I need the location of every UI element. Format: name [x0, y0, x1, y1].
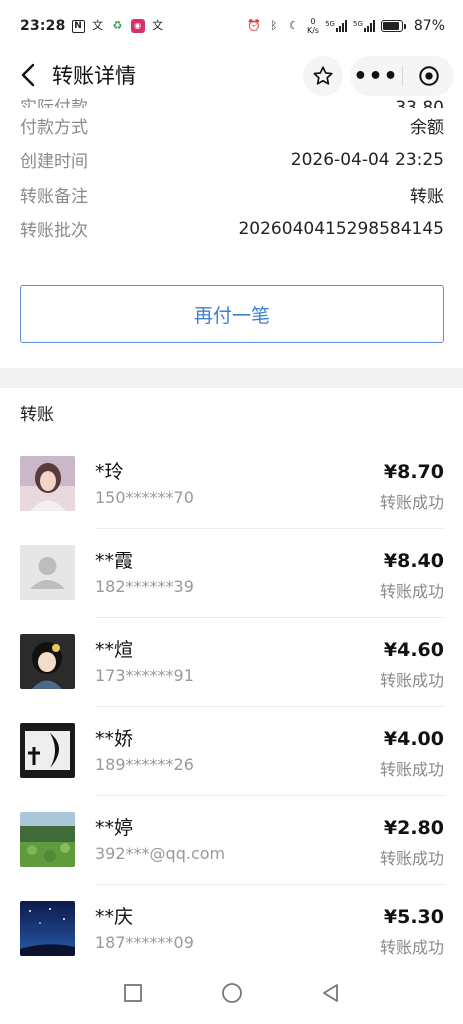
transfer-amount: ¥5.30: [383, 906, 444, 928]
avatar: [20, 456, 75, 511]
avatar: [20, 545, 75, 600]
network-speed: 0 K/s: [307, 17, 319, 35]
transfer-amount: ¥8.70: [383, 461, 444, 483]
recipient-name: **婷: [95, 817, 134, 839]
signal-bars-icon-2: [363, 20, 375, 32]
transfer-amount: ¥8.40: [383, 550, 444, 572]
list-item[interactable]: *玲 150******70 ¥8.70 转账成功: [0, 440, 463, 529]
battery-percent: 87%: [413, 18, 445, 34]
transfer-amount: ¥2.80: [383, 817, 444, 839]
signal-1: 5G: [325, 20, 347, 32]
detail-value: 33.80: [395, 98, 444, 108]
system-nav-bar: [0, 962, 463, 1024]
avatar: [20, 812, 75, 867]
bluetooth-icon: ᛒ: [270, 19, 278, 32]
detail-value: 转账: [410, 186, 444, 207]
list-item[interactable]: **婷 392***@qq.com ¥2.80 转账成功: [0, 796, 463, 885]
more-icon[interactable]: •••: [350, 56, 402, 96]
back-icon[interactable]: [6, 53, 50, 97]
recipient-name: *玲: [95, 461, 124, 483]
recycle-icon: ♻: [112, 19, 123, 32]
app-notification-icon: ◉: [130, 19, 145, 33]
translate-icon-2: 文: [152, 19, 164, 32]
list-item[interactable]: **煊 173******91 ¥4.60 转账成功: [0, 618, 463, 707]
pay-again-button[interactable]: 再付一笔: [20, 285, 444, 343]
back-nav-icon[interactable]: [321, 983, 341, 1003]
detail-row-payment-method: 付款方式 余额: [0, 108, 463, 143]
transfer-status: 转账成功: [379, 493, 444, 512]
list-item[interactable]: **霞 182******39 ¥8.40 转账成功: [0, 529, 463, 618]
net-label-2: 5G: [352, 20, 363, 28]
nav-bar: 转账详情 •••: [0, 52, 463, 98]
detail-row-created-time: 创建时间 2026-04-04 23:25: [0, 143, 463, 178]
close-miniprogram-icon[interactable]: [403, 56, 454, 96]
recipient-account: 182******39: [95, 577, 194, 596]
page-title: 转账详情: [52, 64, 136, 88]
list-item[interactable]: **庆 187******09 ¥5.30 转账成功: [0, 885, 463, 974]
recipient-account: 189******26: [95, 755, 194, 774]
section-title: 转账: [20, 405, 54, 425]
recipient-name: **娇: [95, 728, 134, 750]
recipient-account: 187******09: [95, 933, 194, 952]
detail-row-batch: 转账批次 2026040415298584145: [0, 212, 463, 247]
recipient-account: 150******70: [95, 488, 194, 507]
avatar: [20, 634, 75, 689]
translate-icon: 文: [92, 19, 104, 32]
detail-label: 转账备注: [20, 186, 88, 207]
home-icon[interactable]: [221, 982, 243, 1004]
recents-icon[interactable]: [123, 983, 143, 1003]
transfer-status: 转账成功: [379, 760, 444, 779]
recipient-name: **霞: [95, 550, 134, 572]
transfer-status: 转账成功: [379, 938, 444, 957]
signal-2: 5G: [353, 20, 375, 32]
detail-label: 创建时间: [20, 152, 88, 173]
transfer-status: 转账成功: [379, 671, 444, 690]
status-left: 23:28 N 文 ♻ ◉ 文: [20, 18, 165, 34]
net-label-1: 5G: [325, 20, 335, 28]
transfer-list: *玲 150******70 ¥8.70 转账成功 **霞 182******3…: [0, 440, 463, 974]
transfer-status: 转账成功: [379, 582, 444, 601]
battery-icon: [380, 20, 406, 32]
speed-unit: K/s: [306, 26, 320, 35]
recipient-name: **庆: [95, 906, 134, 928]
favorite-button[interactable]: [303, 56, 343, 96]
transfer-amount: ¥4.00: [383, 728, 444, 750]
recipient-name: **煊: [95, 639, 134, 661]
recipient-account: 173******91: [95, 666, 194, 685]
moon-icon: ☾: [289, 19, 299, 32]
star-icon: [313, 66, 333, 85]
avatar: [20, 901, 75, 956]
detail-row-remark: 转账备注 转账: [0, 177, 463, 212]
transfer-details: 实际付款 33.80 付款方式 余额 创建时间 2026-04-04 23:25…: [0, 90, 463, 246]
detail-value: 2026040415298584145: [238, 218, 444, 239]
avatar: [20, 723, 75, 778]
miniprogram-capsule: •••: [350, 56, 454, 96]
status-right: ⏰ ᛒ ☾ 0 K/s 5G 5G 87%: [247, 17, 445, 35]
speed-value: 0: [310, 17, 316, 26]
status-bar: 23:28 N 文 ♻ ◉ 文 ⏰ ᛒ ☾ 0 K/s 5G 5G 87%: [0, 0, 463, 52]
battery-fill: [382, 22, 399, 30]
clock: 23:28: [20, 18, 66, 34]
section-divider: [0, 368, 463, 388]
alarm-icon: ⏰: [247, 19, 261, 32]
nfc-icon: N: [71, 19, 85, 33]
transfer-status: 转账成功: [379, 849, 444, 868]
transfer-amount: ¥4.60: [383, 639, 444, 661]
detail-label: 转账批次: [20, 221, 88, 242]
detail-label: 付款方式: [20, 117, 88, 138]
detail-value: 2026-04-04 23:25: [290, 149, 444, 170]
recipient-account: 392***@qq.com: [95, 844, 226, 863]
signal-bars-icon: [335, 20, 347, 32]
detail-value: 余额: [410, 117, 444, 138]
list-item[interactable]: **娇 189******26 ¥4.00 转账成功: [0, 707, 463, 796]
